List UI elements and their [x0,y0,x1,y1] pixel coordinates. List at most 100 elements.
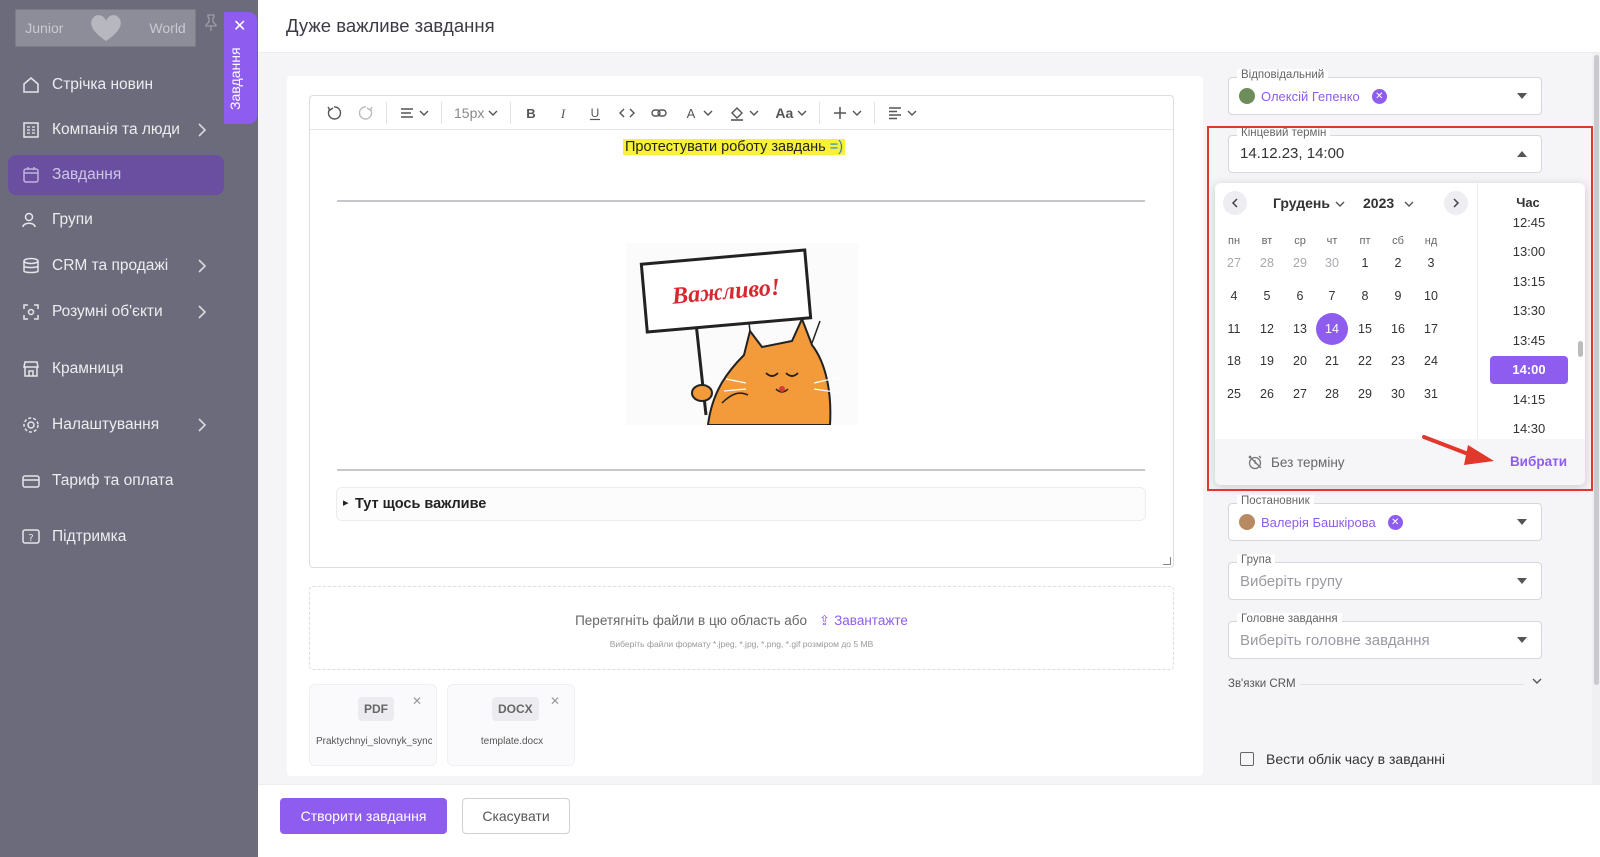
create-task-button[interactable]: Створити завдання [280,798,447,834]
text-color-icon: A [687,106,696,121]
scrollbar-thumb[interactable] [1594,55,1599,685]
svg-text:U: U [591,106,600,120]
chevron-right-icon [196,417,208,433]
sidebar-item-label: Стрічка новин [52,76,154,93]
sidebar-item-label: Завдання [52,166,122,183]
highlighted-smile: =) [829,139,844,155]
underline-icon: U [590,106,601,120]
redo-button[interactable] [350,96,382,130]
remove-user-icon[interactable]: ✕ [1371,88,1387,104]
card-icon [20,470,42,492]
file-name: template.docx [480,736,544,747]
close-icon[interactable]: ✕ [233,19,246,35]
svg-text:A: A [687,106,696,121]
field-label: Головне завдання [1237,613,1342,625]
parent-task-placeholder: Виберіть головне завдання [1240,632,1430,649]
author-field[interactable]: Постановник Валерія Башкірова ✕ [1228,495,1542,541]
bold-button[interactable]: B [515,96,547,130]
users-icon [20,209,42,231]
user-name: Олексій Гепенко [1261,88,1360,104]
remove-user-icon[interactable]: ✕ [1387,514,1403,530]
italic-button[interactable]: I [547,96,579,130]
file-type-badge: DOCX [492,697,539,721]
store-icon [20,358,42,380]
text-color-dropdown[interactable]: A [675,96,721,130]
toolbar-divider [441,101,442,124]
sidebar-item-label: Підтримка [52,528,127,545]
chevron-down-icon [852,110,862,116]
link-button[interactable] [643,96,675,130]
scrollbar[interactable] [1592,53,1600,784]
file-dropzone[interactable]: Перетягніть файли в цю область або ⇪ Зава… [309,586,1174,670]
paragraph-dropdown[interactable] [391,96,437,130]
upload-cloud-icon[interactable]: ⇪ [819,613,830,628]
sidebar-item-support[interactable]: ? Підтримка [8,517,224,557]
responsible-field[interactable]: Відповідальний Олексій Гепенко ✕ [1228,69,1542,115]
text-case-label: Aa [775,104,794,121]
sidebar-item-store[interactable]: Крамниця [8,349,224,389]
logo[interactable]: Junior World [15,9,196,47]
file-type-badge: PDF [358,697,394,721]
paragraph-icon [401,107,413,118]
sidebar-item-label: Налаштування [52,416,160,433]
plus-icon [834,106,847,119]
caret-down-icon [1517,93,1527,99]
resize-handle[interactable] [1163,557,1171,565]
panel-footer: Створити завдання Скасувати [258,784,1600,857]
remove-file-icon[interactable]: ✕ [550,694,560,708]
sidebar-item-groups[interactable]: Групи [8,200,224,240]
attachment-card[interactable]: PDF ✕ Praktychnyi_slovnyk_sync [309,684,437,766]
font-size-dropdown[interactable]: 15px [446,96,506,130]
background-color-dropdown[interactable] [721,96,767,130]
rich-text-editor[interactable]: 15px B I U A Aa Протестувати роботу завд… [309,95,1174,568]
attachment-card[interactable]: DOCX ✕ template.docx [447,684,575,766]
collapsible-details[interactable]: Тут щось важливе [336,487,1146,521]
caret-down-icon [1517,519,1527,525]
chevron-down-icon[interactable] [1532,676,1542,686]
sidebar-item-label: CRM та продажі [52,257,169,274]
user-name: Валерія Башкірова [1261,514,1376,530]
tasks-side-tab[interactable]: ✕ Завдання [224,12,257,124]
user-chip: Валерія Башкірова ✕ [1239,514,1403,530]
sidebar-item-tasks[interactable]: Завдання [8,155,224,195]
database-icon [20,255,42,277]
remove-file-icon[interactable]: ✕ [412,694,422,708]
parent-task-select[interactable]: Головне завдання Виберіть головне завдан… [1228,613,1542,659]
page-title[interactable]: Дуже важливе завдання [286,15,495,37]
dropzone-main-text: Перетягніть файли в цю область або [575,613,808,628]
sidebar-item-billing[interactable]: Тариф та оплата [8,461,224,501]
building-icon [20,119,42,141]
user-chip: Олексій Гепенко ✕ [1239,88,1387,104]
font-size-value: 15px [454,104,485,121]
time-tracking-option[interactable]: Вести облік часу в завданні [1240,751,1445,767]
scan-icon [20,301,42,323]
crm-links-section[interactable]: Зв'язки CRM [1228,678,1542,690]
align-left-icon [889,106,902,119]
code-button[interactable] [611,96,643,130]
upload-link[interactable]: Завантажте [834,613,908,628]
undo-button[interactable] [318,96,350,130]
underline-button[interactable]: U [579,96,611,130]
align-dropdown[interactable] [879,96,925,130]
help-icon: ? [20,526,42,548]
heart-logo-icon [89,13,123,43]
cancel-button[interactable]: Скасувати [462,798,570,834]
group-select[interactable]: Група Виберіть групу [1228,554,1542,600]
avatar [1239,88,1255,104]
sidebar-item-company[interactable]: Компанія та люди [8,110,224,150]
sidebar-item-crm[interactable]: CRM та продажі [8,246,224,286]
highlighted-text[interactable]: Протестувати роботу завдань =) [623,139,846,155]
sidebar-item-news[interactable]: Стрічка новин [8,65,224,105]
time-tracking-checkbox[interactable] [1240,752,1254,766]
cat-holding-sign-image[interactable]: Важливо! [626,243,858,425]
sidebar-item-settings[interactable]: Налаштування [8,405,224,445]
insert-dropdown[interactable] [824,96,870,130]
field-label: Група [1237,554,1276,566]
sidebar-item-smart-objects[interactable]: Розумні об'єкти [8,292,224,332]
pin-icon[interactable] [204,14,218,32]
text-case-dropdown[interactable]: Aa [767,96,815,130]
panel-header: Дуже важливе завдання [258,0,1600,53]
group-placeholder: Виберіть групу [1240,573,1343,590]
toolbar-divider [874,101,876,124]
code-icon [619,108,636,117]
